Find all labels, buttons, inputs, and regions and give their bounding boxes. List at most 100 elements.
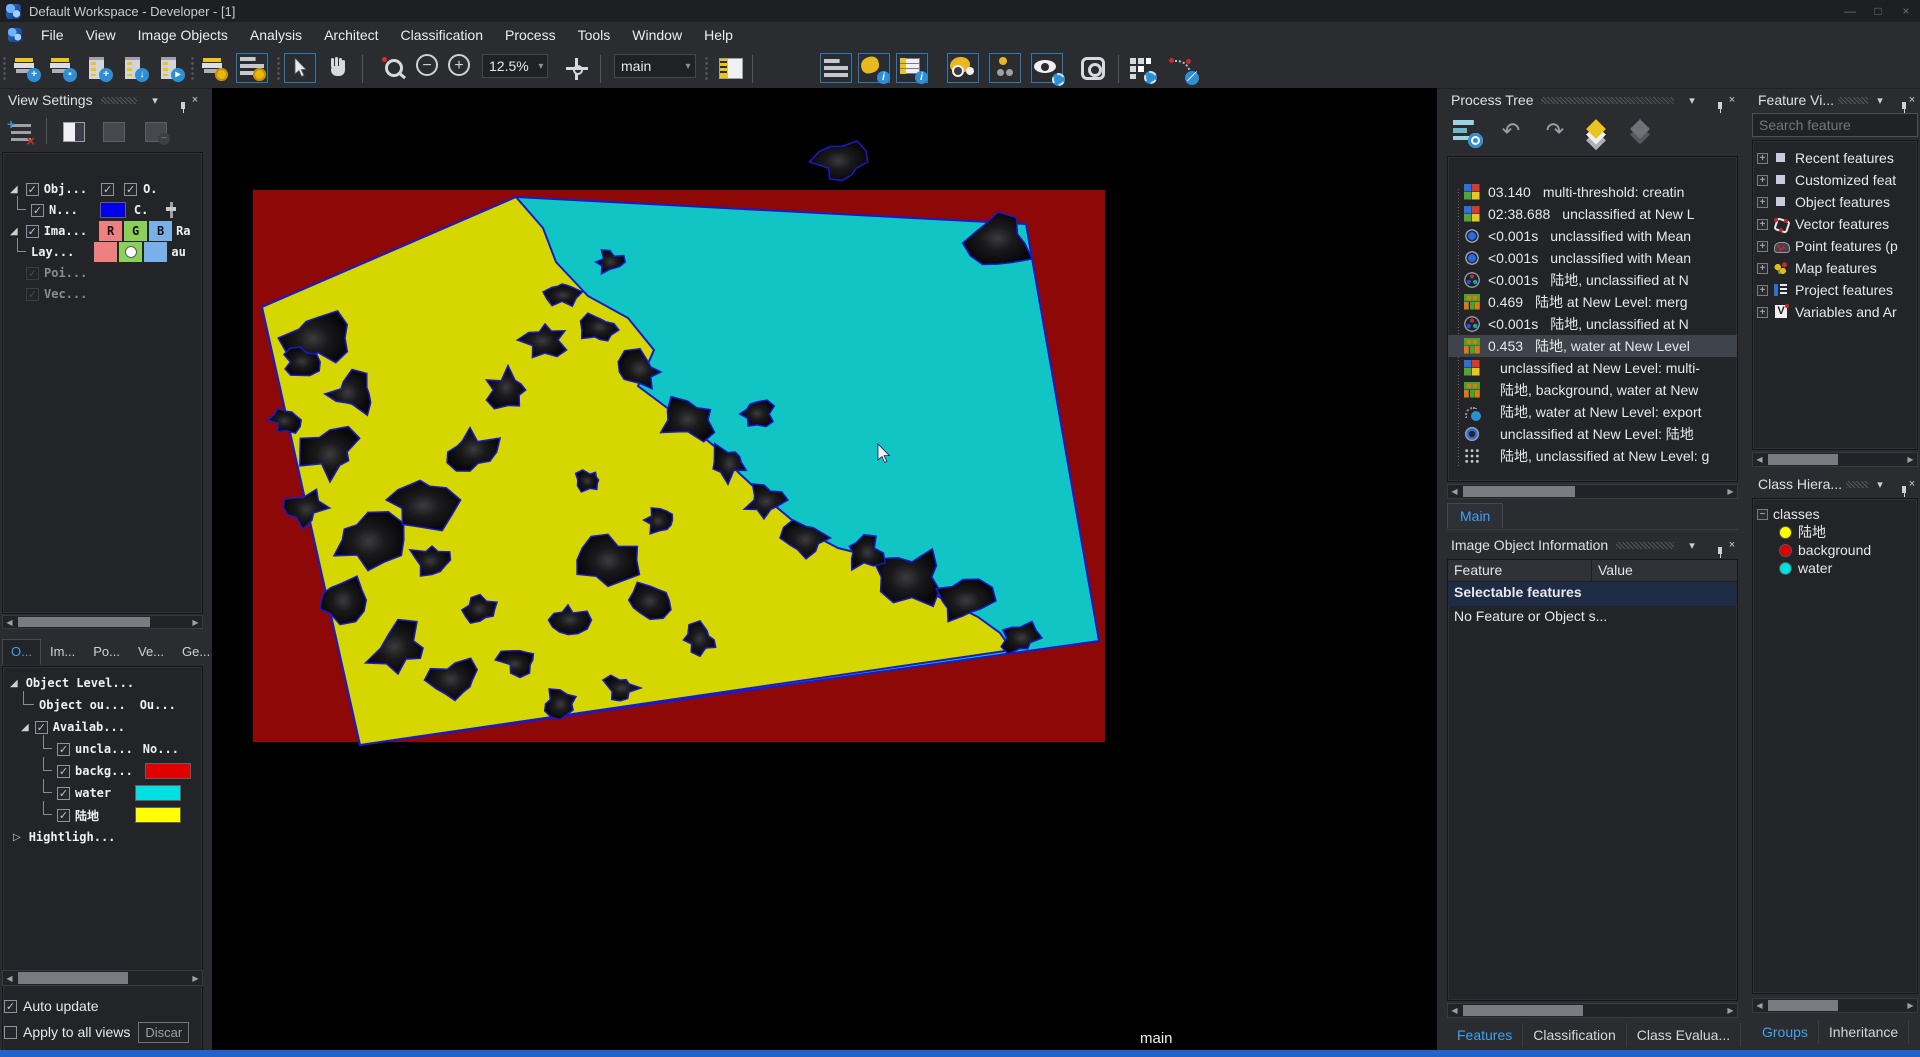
menu-item[interactable]: Process	[494, 22, 567, 48]
execute-layers-icon[interactable]	[1583, 116, 1615, 148]
process-tree-row[interactable]: <0.001s unclassified with Mean	[1448, 247, 1737, 269]
process-tree-row[interactable]: <0.001s 陆地, unclassified at N	[1448, 269, 1737, 291]
toolbar-grip[interactable]	[2, 56, 7, 82]
horizontal-scrollbar[interactable]: ◀ ▶	[2, 970, 203, 986]
layer-blue-swatch[interactable]	[144, 242, 167, 262]
process-tree-row[interactable]: 陆地, background, water at New	[1448, 379, 1737, 401]
toolbar-grip[interactable]	[704, 56, 709, 82]
outline-color-swatch[interactable]	[100, 202, 126, 218]
single-view-icon[interactable]	[58, 117, 90, 147]
scroll-right-icon[interactable]: ▶	[189, 971, 202, 985]
class-item[interactable]: water	[1779, 559, 1917, 577]
tree-row-object[interactable]: ◢ Obj... O.	[3, 179, 158, 199]
feature-list-item[interactable]: Point features (p	[1753, 235, 1917, 257]
class-item[interactable]: background	[1779, 541, 1917, 559]
ioi-tab[interactable]: Classification	[1523, 1023, 1626, 1047]
chevron-down-icon[interactable]: ▾	[1872, 478, 1888, 491]
tree-row-unclassified[interactable]: uncla... No...	[3, 739, 179, 759]
toolbar-grip[interactable]	[190, 56, 195, 82]
layer-red-swatch[interactable]	[94, 242, 117, 262]
tree-row-highlight[interactable]: ▷ Hightligh...	[3, 827, 115, 847]
view-settings-tab[interactable]: Po...	[84, 639, 129, 665]
unclassified-checkbox[interactable]	[57, 743, 70, 756]
menu-item[interactable]: Tools	[567, 22, 622, 48]
chevron-down-icon[interactable]: ▾	[535, 61, 547, 72]
slider-icon[interactable]	[166, 202, 176, 218]
point-checkbox[interactable]	[26, 267, 39, 280]
process-tree-row[interactable]: unclassified at New Level: multi-	[1448, 357, 1737, 379]
scroll-right-icon[interactable]: ▶	[1724, 1004, 1737, 1017]
horizontal-scrollbar[interactable]: ◀ ▶	[1447, 1003, 1738, 1018]
tree-row-point[interactable]: Poi...	[3, 263, 87, 283]
horizontal-scrollbar[interactable]: ◀ ▶	[1447, 484, 1738, 499]
zoom-out-icon[interactable]: −	[416, 54, 438, 76]
process-tree-row[interactable]: <0.001s unclassified with Mean	[1448, 225, 1737, 247]
view-settings-eye-icon[interactable]	[1031, 53, 1063, 83]
menu-item[interactable]: Help	[693, 22, 744, 48]
outline-checkbox[interactable]	[101, 183, 114, 196]
process-tree-tab-main[interactable]: Main	[1447, 503, 1503, 528]
red-channel-swatch[interactable]: R	[99, 221, 122, 241]
scroll-thumb[interactable]	[1768, 454, 1838, 465]
image-view[interactable]	[212, 88, 1437, 1050]
close-icon[interactable]: ×	[1904, 94, 1920, 106]
open-workspace-icon[interactable]: ▸	[154, 53, 186, 83]
navigate-icon[interactable]	[560, 53, 592, 83]
chevron-down-icon[interactable]: ▾	[1682, 94, 1702, 107]
vector-checkbox[interactable]	[26, 288, 39, 301]
discard-button[interactable]: Discar	[138, 1022, 189, 1043]
toolbar-grip[interactable]	[276, 56, 281, 82]
chevron-down-icon[interactable]: ▾	[1872, 94, 1888, 107]
tree-row-image[interactable]: ◢ Ima... R G B Ra	[3, 221, 191, 241]
scroll-left-icon[interactable]: ◀	[3, 971, 16, 985]
close-icon[interactable]: ×	[1722, 539, 1742, 551]
object-checkbox[interactable]	[26, 183, 39, 196]
scroll-left-icon[interactable]: ◀	[3, 616, 16, 628]
edit-view-settings-icon[interactable]: + ×	[6, 117, 38, 147]
view-selector-combo[interactable]: main ▾	[614, 54, 696, 78]
tree-row-layer[interactable]: Lay... au	[3, 242, 186, 262]
collapsed-icon[interactable]: ▷	[13, 832, 21, 843]
tree-row-available[interactable]: ◢ Availab...	[3, 717, 125, 737]
menu-item[interactable]: View	[75, 22, 127, 48]
split-view-icon[interactable]	[714, 53, 746, 83]
ioi-tab[interactable]: Features	[1447, 1023, 1523, 1047]
n-checkbox[interactable]	[31, 204, 44, 217]
pan-hand-icon[interactable]	[322, 53, 354, 83]
horizontal-scrollbar[interactable]: ◀ ▶	[2, 615, 203, 629]
expand-plus-icon[interactable]	[1757, 175, 1768, 186]
scroll-right-icon[interactable]: ▶	[1904, 999, 1917, 1012]
scroll-right-icon[interactable]: ▶	[189, 616, 202, 628]
tree-row-water[interactable]: water	[3, 783, 181, 803]
process-tree-row[interactable]: 0.469 陆地 at New Level: merg	[1448, 291, 1737, 313]
minimize-button[interactable]: —	[1836, 0, 1864, 22]
class-item[interactable]: 陆地	[1779, 523, 1917, 541]
menu-item[interactable]: Window	[621, 22, 693, 48]
background-checkbox[interactable]	[57, 765, 70, 778]
panel-grip[interactable]	[1616, 542, 1674, 549]
scroll-left-icon[interactable]: ◀	[1753, 999, 1766, 1012]
panel-grip[interactable]	[1846, 481, 1868, 488]
scroll-thumb[interactable]	[1768, 1000, 1838, 1011]
ioi-group-row[interactable]: Selectable features	[1448, 582, 1737, 606]
scroll-right-icon[interactable]: ▶	[1724, 485, 1737, 498]
horizontal-scrollbar[interactable]: ◀ ▶	[1752, 998, 1918, 1013]
scroll-thumb[interactable]	[18, 972, 128, 984]
scroll-left-icon[interactable]: ◀	[1448, 485, 1461, 498]
process-tree-view-icon[interactable]	[1451, 116, 1483, 148]
zoom-level-combo[interactable]: 12.5% ▾	[482, 54, 548, 78]
feature-list-item[interactable]: Vector features	[1753, 213, 1917, 235]
expand-plus-icon[interactable]	[1757, 263, 1768, 274]
view-classification-glasses-icon[interactable]	[947, 53, 979, 83]
feature-list-item[interactable]: Project features	[1753, 279, 1917, 301]
process-tree-row[interactable]: <0.001s 陆地, unclassified at N	[1448, 313, 1737, 335]
view-settings-tab[interactable]: Im...	[41, 639, 84, 665]
zoom-window-icon[interactable]	[1077, 53, 1109, 83]
tree-row-land[interactable]: 陆地	[3, 805, 181, 825]
land-color-swatch[interactable]	[135, 807, 181, 823]
collapse-minus-icon[interactable]	[1757, 509, 1768, 520]
list-history-icon[interactable]	[236, 53, 268, 83]
close-icon[interactable]: ×	[1722, 94, 1742, 106]
panel-grip[interactable]	[101, 97, 137, 104]
zoom-select-icon[interactable]	[376, 53, 408, 83]
